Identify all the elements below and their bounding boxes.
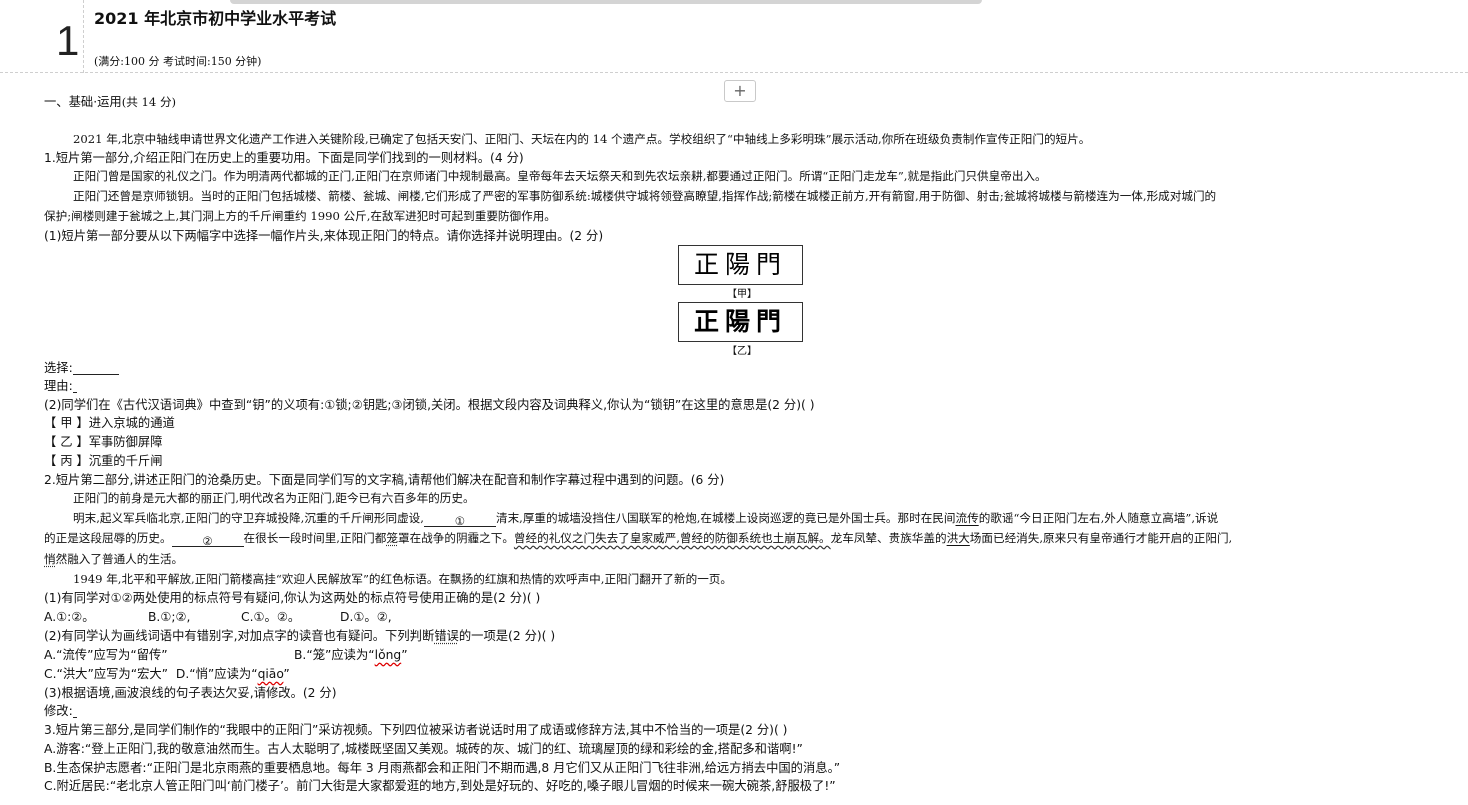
q2-sub1: (1)有同学对①②两处使用的标点符号有疑问,你认为这两处的标点符号使用正确的是(… [44,591,541,605]
q2-sub2-option-b: B.“笼”应读为“lǒng” [294,647,408,664]
q2-sub2-text-a: (2)有同学认为画线词语中有错别字,对加点字的读音也有疑问。下列判断 [44,629,435,643]
q1-stem: 1.短片第一部分,介绍正阳门在历史上的重要功用。下面是同学们找到的一则材料。(4… [44,151,524,165]
q2-sub2-option-b-end: ” [401,648,408,662]
q2-paragraph-2: 明末,起义军兵临北京,正阳门的守卫弃城投降,沉重的千斤闸形同虚设, ① 清末,厚重的… [73,510,1219,528]
blank-1[interactable]: ① [423,513,496,528]
q2-paragraph-4: 1949 年,北平和平解放,正阳门箭楼高挂“欢迎人民解放军”的红色标语。在飘扬的… [73,572,732,586]
q2-p3-text-c: 罩在战争的阴霾之下。 [397,531,514,545]
q2-p3-text-d: 龙车凤辇、贵族华盖的 [830,531,947,545]
q1-option-a: 【 甲 】进入京城的通道 [44,416,175,430]
calligraphy-a: 正陽門 [678,245,803,285]
q1-material-paragraph-1: 正阳门曾是国家的礼仪之门。作为明清两代都城的正门,正阳门在京师诸门中规制最高。皇… [73,169,1047,183]
q1-option-c: 【 丙 】沉重的千斤闸 [44,454,163,468]
q2-p3-text-b: 在很长一段时间里,正阳门都 [243,531,387,545]
modify-blank[interactable] [72,704,77,718]
q2-sub3: (3)根据语境,画波浪线的句子表达欠妥,请修改。(2 分) [44,686,337,700]
calligraphy-b-label: 【乙】 [727,346,757,357]
q2-sub2-option-d-end: ” [283,667,290,681]
blank-2[interactable]: ② [171,533,244,548]
q3-option-b: B.生态保护志愿者:“正阳门是北京雨燕的重要栖息地。每年 3 月雨燕都会和正阳门… [44,761,841,775]
q1-material-paragraph-2-cont: 保护;闸楼则建于瓮城之上,其门洞上方的千斤闸重约 1990 公斤,在敌军进犯时可… [44,209,556,223]
emphasis-wrong: 错误 [434,629,459,643]
modify-line: 修改: [44,703,77,720]
q2-p3-text-e: 场面已经消失,原来只有皇帝通行才能开启的正阳门, [969,531,1233,545]
q2-p3-text-a: 的正是这段屈辱的历史。 [44,531,172,545]
reason-label: 理由: [44,379,73,393]
reason-line: 理由: [44,378,77,395]
q3-option-c: C.附近居民:“老北京人管正阳门叫‘前门楼子’。前门大街是大家都爱逛的地方,到处… [44,779,836,793]
q2-sub2-text-b: 的一项是(2 分)( ) [458,629,556,643]
q1-sub1: (1)短片第一部分要从以下两幅字中选择一幅作片头,来体现正阳门的特点。请你选择并… [44,229,604,243]
intro-paragraph: 2021 年,北京中轴线申请世界文化遗产工作进入关键阶段,已确定了包括天安门、正… [73,132,1091,146]
q2-sub1-option-c: C.①。②。 [241,610,301,624]
q2-paragraph-3: 的正是这段屈辱的历史。 ② 在很长一段时间里,正阳门都笼罩在战争的阴霾之下。曾经的礼… [44,530,1233,548]
choose-label: 选择: [44,361,73,375]
q1-option-b: 【 乙 】军事防御屏障 [44,435,163,449]
q2-p2-text-a: 明末,起义军兵临北京,正阳门的守卫弃城投降,沉重的千斤闸形同虚设, [73,511,424,525]
q2-sub1-option-d: D.①。②, [340,610,392,624]
choose-line: 选择: [44,360,119,377]
dotted-char-qiao: 悄 [44,552,56,566]
dotted-char-long: 笼 [386,531,398,545]
q2-sub2-option-a: A.“流传”应写为“留传” [44,648,168,662]
q2-sub2-option-b-text: B.“笼”应读为“ [294,648,375,662]
exam-content: 一、基础·运用(共 14 分) 2021 年,北京中轴线申请世界文化遗产工作进入… [0,0,1468,805]
calligraphy-b: 正陽門 [678,302,803,342]
pinyin-long: lǒng [374,648,402,662]
q2-paragraph-1: 正阳门的前身是元大都的丽正门,明代改名为正阳门,距今已有六百多年的历史。 [73,491,475,505]
q2-paragraph-3-cont: 悄然融入了普通人的生活。 [44,551,183,568]
calligraphy-a-label: 【甲】 [727,289,757,300]
q1-sub2: (2)同学们在《古代汉语词典》中查到“钥”的义项有:①锁;②钥匙;③闭锁,关闭。… [44,398,815,412]
q1-material-paragraph-2: 正阳门还曾是京师锁钥。当时的正阳门包括城楼、箭楼、瓮城、闸楼,它们形成了严密的军… [73,189,1217,203]
q2-p4-text: 然融入了普通人的生活。 [55,552,184,566]
underlined-word-hongda: 洪大 [946,531,970,545]
reason-blank[interactable] [72,379,77,393]
q2-sub2-option-d-text: D.“悄”应读为“ [175,667,258,681]
q2-p2-text-c: 的歌谣“今日正阳门左右,外人随意立高墙”,诉说 [978,511,1219,525]
section-heading: 一、基础·运用(共 14 分) [44,94,176,111]
wavy-sentence: 曾经的礼仪之门失去了皇家威严,曾经的防御系统也土崩瓦解。 [513,531,831,545]
pinyin-qiao: qiāo [257,667,284,681]
section-score: (共 14 分) [121,95,177,109]
q2-sub1-option-a: A.①:②。 [44,610,95,624]
section-heading-text: 一、基础·运用 [44,95,122,109]
q2-sub2: (2)有同学认为画线词语中有错别字,对加点字的读音也有疑问。下列判断错误的一项是… [44,628,555,645]
q3-stem: 3.短片第三部分,是同学们制作的“我眼中的正阳门”采访视频。下列四位被采访者说话… [44,723,788,737]
q2-sub2-option-c: C.“洪大”应写为“宏大” [44,667,169,681]
q2-sub1-option-b: B.①;②, [148,610,191,624]
underlined-word-liuchuan: 流传 [955,511,979,525]
choose-blank[interactable] [72,361,119,375]
q2-p2-text-b: 清末,厚重的城墙没挡住八国联军的枪炮,在城楼上设岗巡逻的竟已是外国士兵。那时在民… [495,511,956,525]
q2-sub2-option-cd: C.“洪大”应写为“宏大” D.“悄”应读为“qiāo” [44,666,290,683]
q2-stem: 2.短片第二部分,讲述正阳门的沧桑历史。下面是同学们写的文字稿,请帮他们解决在配… [44,473,725,487]
q3-option-a: A.游客:“登上正阳门,我的敬意油然而生。古人太聪明了,城楼既坚固又美观。城砖的… [44,742,803,756]
modify-label: 修改: [44,704,73,718]
